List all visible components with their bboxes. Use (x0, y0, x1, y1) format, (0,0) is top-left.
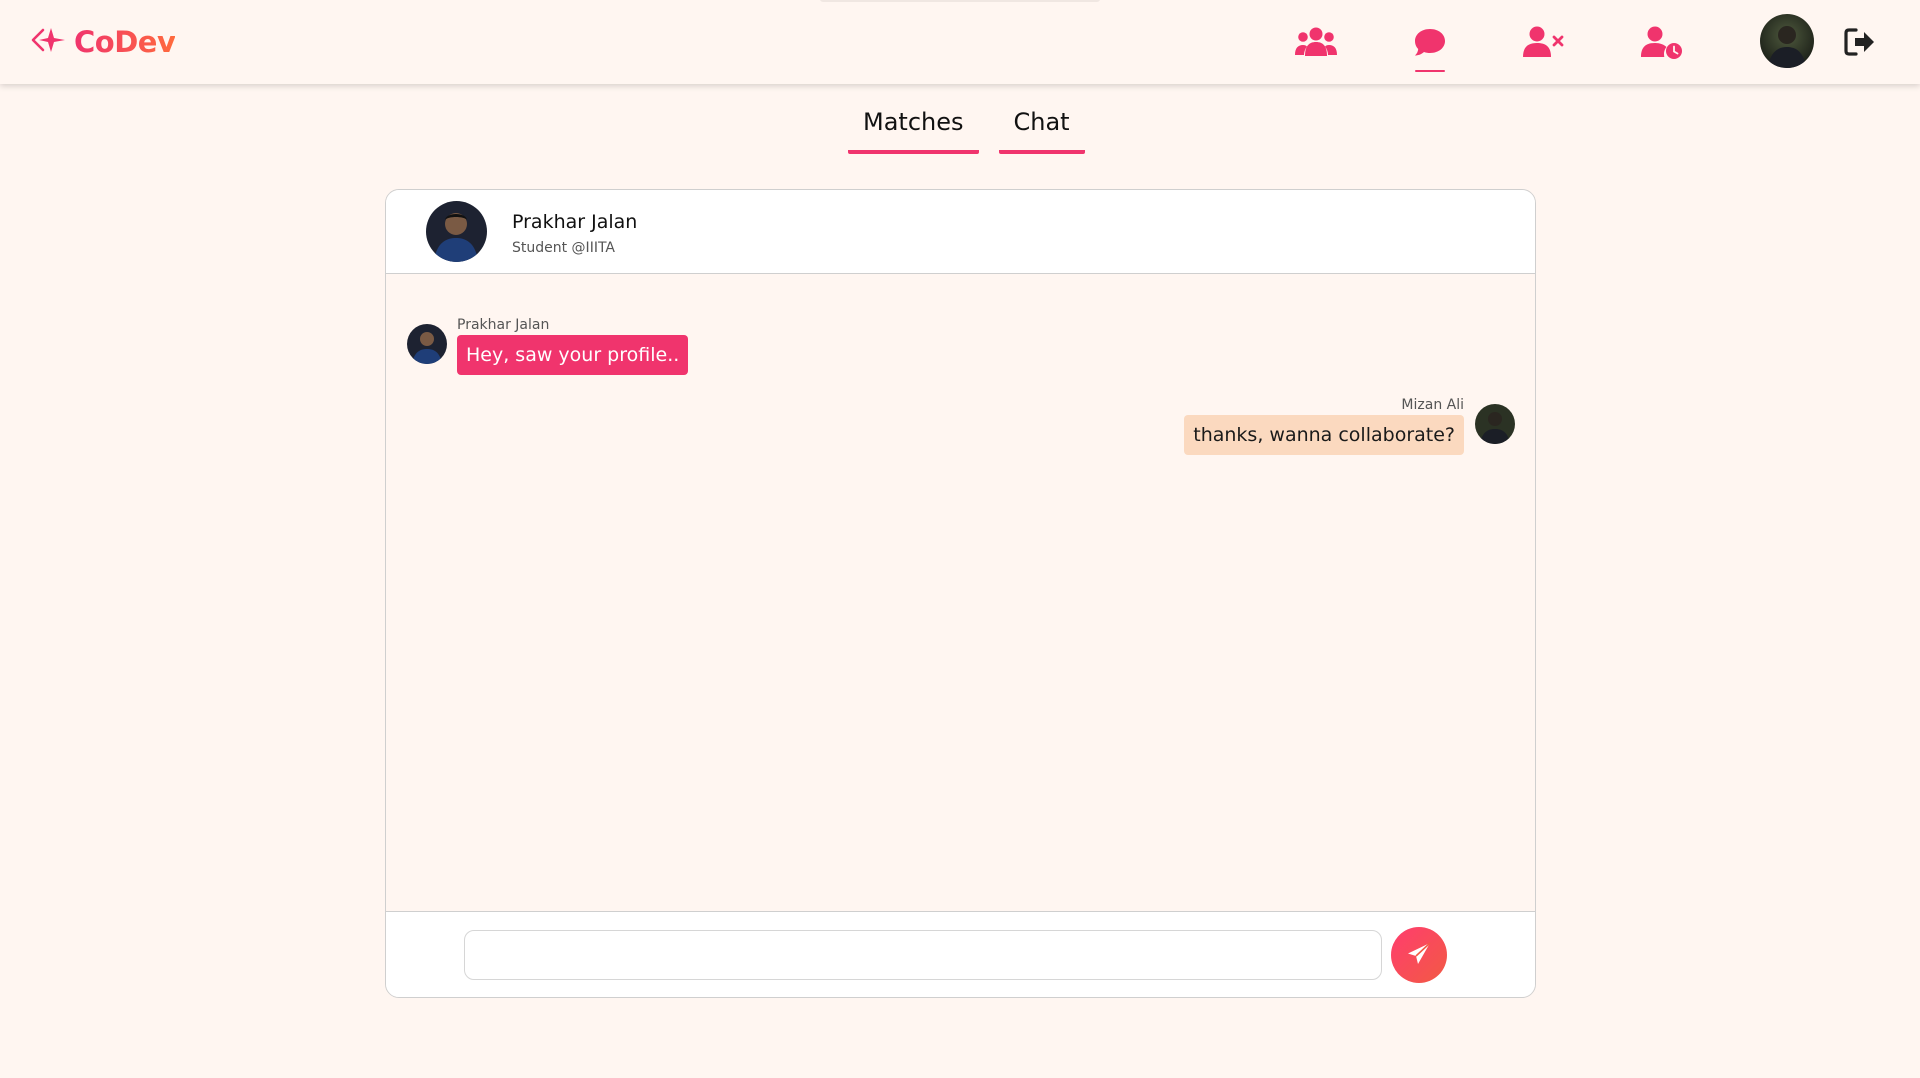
tab-chat[interactable]: Chat (998, 100, 1085, 154)
contact-subtitle: Student @IIITA (512, 240, 615, 256)
sender-avatar (407, 324, 447, 364)
message-sender: Prakhar Jalan (457, 317, 550, 333)
message-sender: Mizan Ali (1401, 397, 1464, 413)
chat-header: Prakhar Jalan Student @IIITA (386, 190, 1535, 274)
user-clock-icon (1641, 25, 1683, 64)
message-composer (386, 911, 1535, 997)
message-input[interactable] (464, 930, 1382, 980)
message-list: Prakhar Jalan Hey, saw your profile.. Mi… (386, 274, 1535, 911)
contact-name: Prakhar Jalan (512, 211, 638, 233)
contact-avatar[interactable] (426, 201, 487, 262)
logout-icon (1843, 27, 1877, 62)
nav-rejected-button[interactable] (1522, 22, 1566, 66)
brand-name: CoDev (74, 25, 176, 59)
chat-panel: Prakhar Jalan Student @IIITA Prakhar Jal… (385, 189, 1536, 998)
logo-icon (30, 25, 68, 60)
self-avatar (1475, 404, 1515, 444)
chat-icon (1413, 26, 1447, 63)
logout-button[interactable] (1840, 24, 1880, 64)
user-x-icon (1523, 25, 1565, 64)
send-button[interactable] (1391, 927, 1447, 983)
avatar[interactable] (1760, 14, 1814, 68)
top-handle (820, 0, 1100, 2)
nav-pending-button[interactable] (1640, 22, 1684, 66)
main-tabs: Matches Chat (848, 100, 1085, 154)
brand-logo[interactable]: CoDev (30, 22, 176, 62)
top-navbar: CoDev (0, 0, 1920, 84)
message-bubble-outgoing: thanks, wanna collaborate? (1184, 415, 1464, 455)
nav-matches-button[interactable] (1294, 22, 1338, 66)
users-icon (1295, 25, 1337, 64)
tab-matches[interactable]: Matches (848, 100, 979, 154)
nav-chat-button[interactable] (1408, 22, 1452, 72)
send-icon (1405, 940, 1433, 971)
message-bubble-incoming: Hey, saw your profile.. (457, 335, 689, 375)
